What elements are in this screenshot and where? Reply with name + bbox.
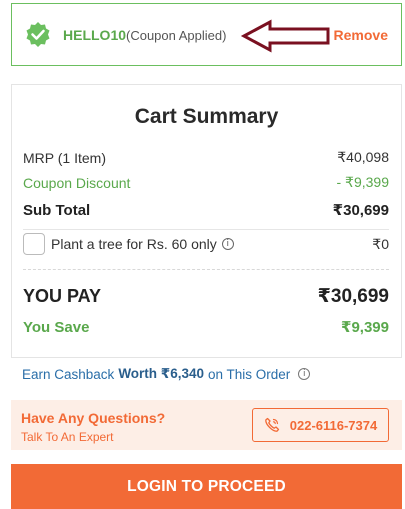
mrp-value: ₹40,098 [337,149,389,165]
you-pay-label: YOU PAY [23,286,102,306]
subtotal-value: ₹30,699 [332,202,389,219]
you-save-value: ₹9,399 [341,319,389,336]
phone-number: 022-6116-7374 [289,417,378,433]
coupon-discount-value: - ₹9,399 [336,174,390,190]
mrp-row: MRP (1 Item) ₹40,098 [23,149,389,166]
info-icon[interactable]: i [221,238,234,250]
coupon-discount-row: Coupon Discount - ₹9,399 [23,174,389,191]
cashback-suffix: on This Order [207,366,291,382]
phone-icon [264,417,279,432]
mrp-label: MRP (1 Item) [23,149,106,166]
help-subtitle: Talk To An Expert [21,430,114,444]
check-badge-icon [26,22,50,47]
help-title: Have Any Questions? [21,410,166,426]
login-to-proceed-button[interactable]: LOGIN TO PROCEED [11,464,402,509]
help-banner: Have Any Questions? Talk To An Expert 02… [11,400,402,450]
remove-coupon-link[interactable]: Remove [334,27,388,43]
cashback-amount: Worth ₹6,340 [118,366,204,381]
cashback-info-icon[interactable]: i [298,368,311,380]
cashback-prefix: Earn Cashback [22,366,115,382]
you-pay-value: ₹30,699 [317,286,389,307]
plant-tree-value: ₹0 [372,235,389,252]
subtotal-label: Sub Total [23,201,91,219]
cashback-info: Earn Cashback Worth ₹6,340 on This Order… [22,366,311,382]
call-expert-button[interactable]: 022-6116-7374 [252,408,389,442]
plant-tree-checkbox[interactable] [23,233,45,255]
coupon-applied-banner: HELLO10 (Coupon Applied) Remove [11,3,402,66]
cart-summary-title: Cart Summary [134,105,279,128]
left-arrow-annotation-icon [240,19,330,53]
plant-tree-option: Plant a tree for Rs. 60 only i [23,233,234,255]
plant-tree-row: Plant a tree for Rs. 60 only i ₹0 [23,233,389,270]
you-save-label: You Save [23,318,90,336]
coupon-code: HELLO10 [63,27,127,43]
coupon-status: (Coupon Applied) [126,28,227,43]
plant-tree-label: Plant a tree for Rs. 60 only [51,236,217,252]
coupon-discount-label: Coupon Discount [23,174,131,191]
cart-summary-panel: Cart Summary MRP (1 Item) ₹40,098 Coupon… [11,84,402,358]
you-save-row: You Save ₹9,399 [23,318,389,337]
you-pay-row: YOU PAY ₹30,699 [23,285,389,308]
subtotal-row: Sub Total ₹30,699 [23,201,389,230]
